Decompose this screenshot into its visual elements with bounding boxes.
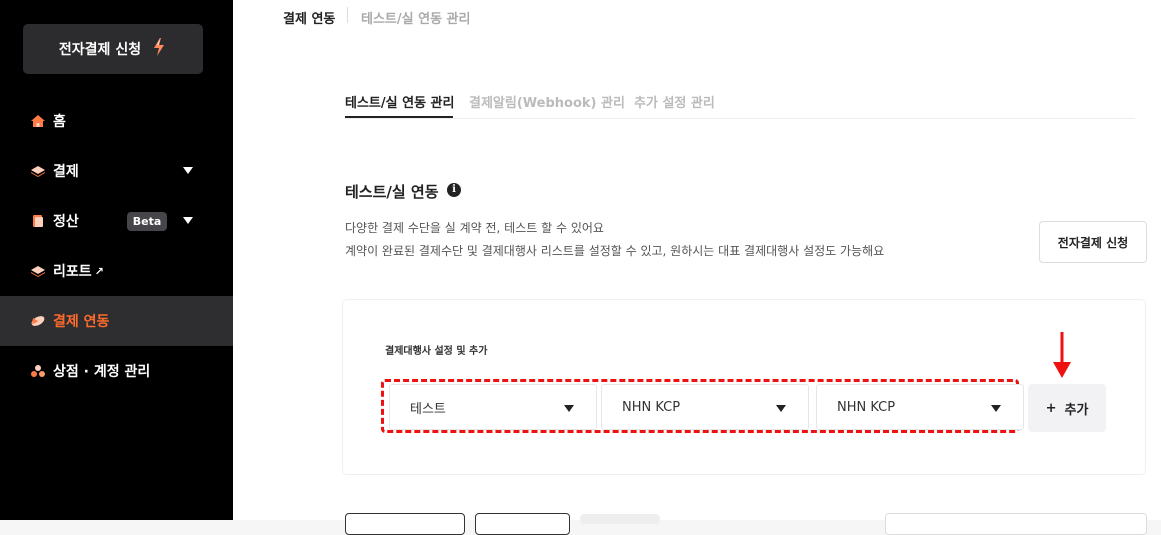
bottom-input[interactable] [885,513,1147,535]
tab-test-live-integration[interactable]: 테스트/실 연동 관리 [345,92,454,111]
select-value: NHN KCP [622,399,681,415]
sidebar: 전자결제 신청 홈 결제 정산 Beta 리포트 ↗ 결제 연동 상점 · 계정… [0,0,233,520]
breadcrumb-current-section[interactable]: 결제 연동 [283,8,335,27]
chevron-down-icon [564,405,574,412]
sidebar-item-label: 리포트 [53,264,92,280]
pill-icon [30,313,46,329]
chevron-down-icon [776,405,786,412]
sidebar-item-payment-integration[interactable]: 결제 연동 [0,296,233,346]
main-content: 테스트/실 연동 관리 결제알림(Webhook) 관리 추가 설정 관리 테스… [233,36,1161,520]
environment-select[interactable]: 테스트 [389,384,597,430]
section-description: 계약이 완료된 결제수단 및 결제대행사 리스트를 설정할 수 있고, 원하시는… [345,244,885,258]
select-value: 테스트 [410,401,446,417]
layers-icon [30,163,46,179]
chevron-down-icon[interactable] [183,167,193,174]
section-title: 테스트/실 연동 [345,183,439,201]
sidebar-item-label: 정산 [53,214,79,230]
tab-additional-settings[interactable]: 추가 설정 관리 [634,92,715,111]
sidebar-item-home[interactable]: 홈 [0,96,233,146]
pg-select[interactable]: NHN KCP [816,384,1024,430]
sidebar-item-settlement[interactable]: 정산 Beta [0,196,233,246]
add-label: 추가 [1064,402,1089,418]
plus-icon: + [1045,400,1057,416]
apply-payment-button[interactable]: 전자결제 신청 [1039,221,1147,263]
layers-icon [30,263,46,279]
apply-payment-label: 전자결제 신청 [58,42,142,58]
bottom-placeholder [580,514,660,524]
breadcrumb-page[interactable]: 테스트/실 연동 관리 [361,8,470,27]
store-icon [30,363,46,379]
select-value: NHN KCP [837,399,896,415]
pg-select[interactable]: NHN KCP [601,384,809,430]
sidebar-item-label: 결제 연동 [53,314,110,330]
chevron-down-icon[interactable] [183,217,193,224]
apply-payment-button[interactable]: 전자결제 신청 [23,24,203,74]
bottom-button[interactable] [345,513,465,535]
section-description: 다양한 결제 수단을 실 계약 전, 테스트 할 수 있어요 [345,221,604,235]
external-link-icon: ↗ [94,264,104,278]
info-icon[interactable]: i [447,183,461,197]
breadcrumb-divider [347,7,348,23]
document-icon [30,213,46,229]
panel-label: 결제대행사 설정 및 추가 [385,346,488,357]
sidebar-item-report[interactable]: 리포트 ↗ [0,246,233,296]
tab-bar: 테스트/실 연동 관리 결제알림(Webhook) 관리 추가 설정 관리 [345,90,1135,119]
header: 결제 연동 테스트/실 연동 관리 [233,0,1161,37]
bottom-button[interactable] [475,513,570,535]
annotation-arrow-icon [1053,332,1071,378]
beta-badge: Beta [126,211,168,231]
sidebar-item-label: 상점 · 계정 관리 [53,364,151,380]
tab-webhook[interactable]: 결제알림(Webhook) 관리 [469,92,625,111]
sidebar-item-payment[interactable]: 결제 [0,146,233,196]
sidebar-item-label: 홈 [53,114,66,130]
pg-settings-panel: 결제대행사 설정 및 추가 테스트 NHN KCP NHN KCP + 추가 [343,300,1145,474]
sidebar-item-label: 결제 [53,164,79,180]
lightning-icon [151,37,167,61]
home-icon [30,113,46,129]
add-pg-button[interactable]: + 추가 [1028,384,1106,432]
chevron-down-icon [991,405,1001,412]
active-tab-indicator [345,116,453,118]
sidebar-item-store-account[interactable]: 상점 · 계정 관리 [0,346,233,396]
